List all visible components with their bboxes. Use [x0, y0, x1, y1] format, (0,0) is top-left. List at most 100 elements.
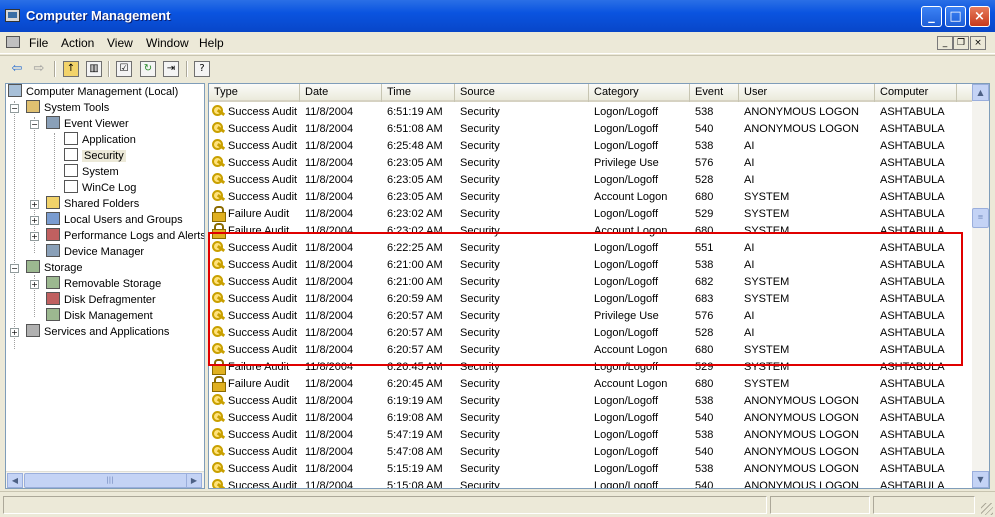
- tree-item-services-applications[interactable]: Services and Applications: [26, 324, 169, 340]
- tree-item-disk-management[interactable]: Disk Management: [46, 308, 153, 324]
- collapse-event-viewer[interactable]: −: [30, 120, 39, 129]
- resize-grip-icon[interactable]: [981, 503, 993, 515]
- scroll-up-icon[interactable]: ▲: [972, 84, 989, 101]
- tree-item-wince-log[interactable]: WinCe Log: [64, 180, 136, 196]
- tree-item-disk-defragmenter[interactable]: Disk Defragmenter: [46, 292, 156, 308]
- child-window-icon[interactable]: [6, 36, 20, 48]
- tree-connector: [54, 133, 55, 189]
- properties-icon[interactable]: ☑: [116, 61, 132, 77]
- event-viewer-icon: [46, 116, 60, 129]
- column-header-source[interactable]: Source: [455, 84, 589, 102]
- cell-date: 11/8/2004: [305, 123, 354, 135]
- table-row[interactable]: Success Audit 11/8/2004 6:20:57 AM Security…: [209, 325, 973, 342]
- cell-event: 540: [695, 123, 714, 135]
- event-type-label: Success Audit: [228, 327, 298, 339]
- tree-item-system-tools[interactable]: System Tools: [26, 100, 109, 116]
- up-one-level-icon[interactable]: ↑: [63, 61, 79, 77]
- tree-item-shared-folders[interactable]: Shared Folders: [46, 196, 139, 212]
- expand-performance-logs[interactable]: +: [30, 232, 39, 241]
- table-row[interactable]: Success Audit 11/8/2004 5:47:19 AM Security…: [209, 427, 973, 444]
- collapse-storage[interactable]: −: [10, 264, 19, 273]
- cell-event: 540: [695, 412, 714, 424]
- expand-services-applications[interactable]: +: [10, 328, 19, 337]
- export-list-icon[interactable]: ⇥: [163, 61, 179, 77]
- table-row[interactable]: Success Audit 11/8/2004 6:23:05 AM Security…: [209, 189, 973, 206]
- cell-event: 540: [695, 480, 714, 489]
- storage-icon: [26, 260, 40, 273]
- back-icon[interactable]: ⇦: [8, 60, 26, 78]
- table-row[interactable]: Failure Audit 11/8/2004 6:23:02 AM Security…: [209, 223, 973, 240]
- scroll-thumb[interactable]: ≡: [972, 208, 989, 228]
- computer-icon: [8, 84, 22, 97]
- scroll-right-icon[interactable]: ▶: [186, 473, 202, 488]
- tree-item-event-viewer[interactable]: Event Viewer: [46, 116, 129, 132]
- menu-view[interactable]: View: [107, 36, 133, 50]
- tree-item-removable-storage[interactable]: Removable Storage: [46, 276, 161, 292]
- expand-local-users[interactable]: +: [30, 216, 39, 225]
- scroll-left-icon[interactable]: ◀: [7, 473, 23, 488]
- table-row[interactable]: Success Audit 11/8/2004 5:15:19 AM Security…: [209, 461, 973, 478]
- column-header-computer[interactable]: Computer: [875, 84, 957, 102]
- column-header-user[interactable]: User: [739, 84, 875, 102]
- maximize-button[interactable]: □: [945, 6, 966, 27]
- table-row[interactable]: Success Audit 11/8/2004 6:22:25 AM Security…: [209, 240, 973, 257]
- table-row[interactable]: Success Audit 11/8/2004 6:51:19 AM Security…: [209, 104, 973, 121]
- scroll-thumb[interactable]: |||: [24, 473, 196, 488]
- menu-help[interactable]: Help: [199, 36, 224, 50]
- table-row[interactable]: Failure Audit 11/8/2004 6:20:45 AM Security…: [209, 359, 973, 376]
- expand-removable-storage[interactable]: +: [30, 280, 39, 289]
- collapse-system-tools[interactable]: −: [10, 104, 19, 113]
- table-row[interactable]: Success Audit 11/8/2004 6:51:08 AM Security…: [209, 121, 973, 138]
- tree-item-security[interactable]: Security: [64, 148, 126, 164]
- minimize-button[interactable]: _: [921, 6, 942, 27]
- cell-category: Logon/Logoff: [594, 327, 659, 339]
- column-header-date[interactable]: Date: [300, 84, 382, 102]
- column-header-type[interactable]: Type: [209, 84, 300, 102]
- tree-item-device-manager[interactable]: Device Manager: [46, 244, 144, 260]
- table-row[interactable]: Success Audit 11/8/2004 6:20:57 AM Security…: [209, 342, 973, 359]
- table-row[interactable]: Success Audit 11/8/2004 6:20:57 AM Security…: [209, 308, 973, 325]
- table-row[interactable]: Success Audit 11/8/2004 6:21:00 AM Security…: [209, 257, 973, 274]
- cell-category: Logon/Logoff: [594, 446, 659, 458]
- computer-management-icon[interactable]: [5, 9, 20, 22]
- status-pane: [770, 496, 870, 514]
- table-row[interactable]: Success Audit 11/8/2004 5:47:08 AM Security…: [209, 444, 973, 461]
- close-button[interactable]: ×: [969, 6, 990, 27]
- forward-icon[interactable]: ⇨: [30, 60, 48, 78]
- help-icon[interactable]: ?: [194, 61, 210, 77]
- column-header-time[interactable]: Time: [382, 84, 455, 102]
- table-row[interactable]: Success Audit 11/8/2004 6:19:19 AM Security…: [209, 393, 973, 410]
- table-row[interactable]: Success Audit 11/8/2004 6:21:00 AM Security…: [209, 274, 973, 291]
- menu-window[interactable]: Window: [146, 36, 189, 50]
- table-row[interactable]: Success Audit 11/8/2004 6:19:08 AM Security…: [209, 410, 973, 427]
- table-row[interactable]: Failure Audit 11/8/2004 6:23:02 AM Security…: [209, 206, 973, 223]
- table-row[interactable]: Success Audit 11/8/2004 5:15:08 AM Security…: [209, 478, 973, 489]
- cell-source: Security: [460, 344, 500, 356]
- tree-item-performance-logs[interactable]: Performance Logs and Alerts: [46, 228, 204, 244]
- table-row[interactable]: Success Audit 11/8/2004 6:23:05 AM Security…: [209, 155, 973, 172]
- column-header-category[interactable]: Category: [589, 84, 690, 102]
- refresh-icon[interactable]: ↻: [140, 61, 156, 77]
- column-header-event[interactable]: Event: [690, 84, 739, 102]
- tree-horizontal-scrollbar[interactable]: ◀ ||| ▶: [6, 471, 204, 488]
- table-row[interactable]: Success Audit 11/8/2004 6:23:05 AM Security…: [209, 172, 973, 189]
- table-row[interactable]: Failure Audit 11/8/2004 6:20:45 AM Security…: [209, 376, 973, 393]
- tree-item-local-users-groups[interactable]: Local Users and Groups: [46, 212, 183, 228]
- tree-item-computer-management[interactable]: Computer Management (Local): [8, 84, 178, 100]
- cell-user: SYSTEM: [744, 276, 790, 288]
- table-row[interactable]: Success Audit 11/8/2004 6:20:59 AM Security…: [209, 291, 973, 308]
- child-minimize-button[interactable]: _: [937, 36, 953, 50]
- expand-shared-folders[interactable]: +: [30, 200, 39, 209]
- tree-item-system[interactable]: System: [64, 164, 119, 180]
- tree-item-storage[interactable]: Storage: [26, 260, 83, 276]
- cell-date: 11/8/2004: [305, 174, 354, 186]
- child-restore-button[interactable]: ❐: [953, 36, 969, 50]
- scroll-down-icon[interactable]: ▼: [972, 471, 989, 488]
- show-hide-tree-icon[interactable]: ▥: [86, 61, 102, 77]
- menu-file[interactable]: File: [29, 36, 48, 50]
- list-vertical-scrollbar[interactable]: ▲ ≡ ▼: [972, 84, 989, 488]
- menu-action[interactable]: Action: [61, 36, 94, 50]
- table-row[interactable]: Success Audit 11/8/2004 6:25:48 AM Security…: [209, 138, 973, 155]
- child-close-button[interactable]: ×: [970, 36, 986, 50]
- tree-item-application[interactable]: Application: [64, 132, 136, 148]
